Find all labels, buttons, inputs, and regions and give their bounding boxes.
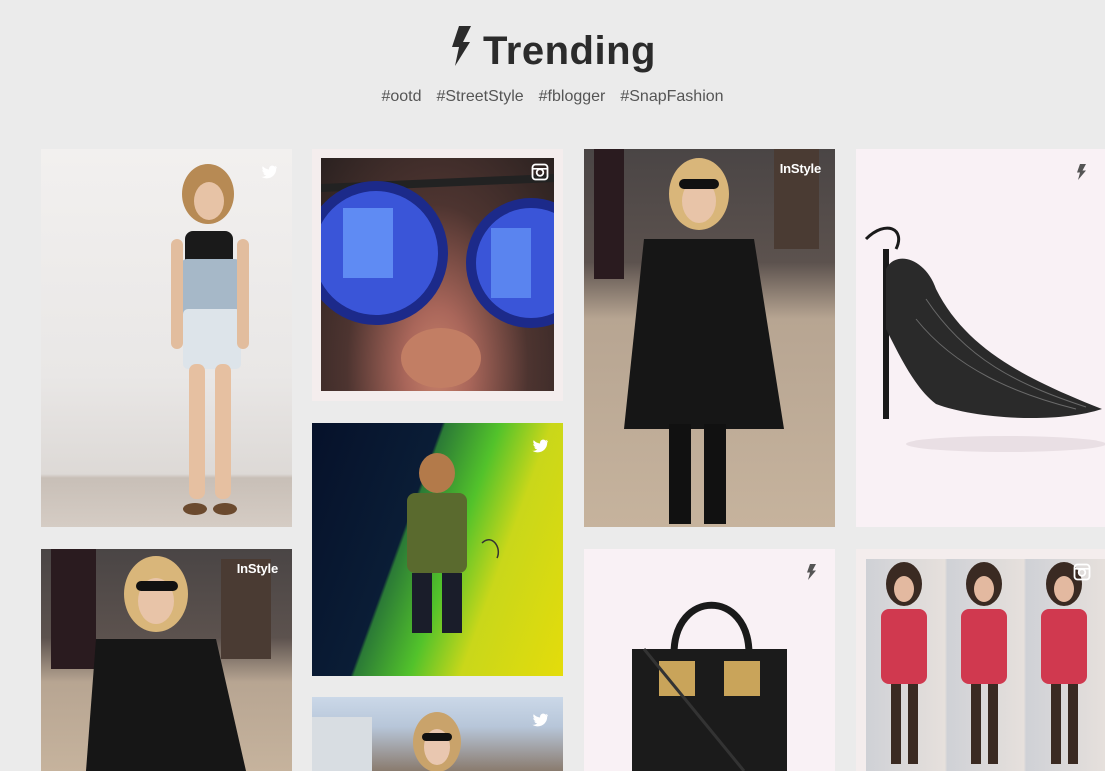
feed-card[interactable] [312, 697, 563, 771]
photo-figure [312, 697, 563, 771]
hashtag-ootd[interactable]: #ootd [381, 88, 421, 112]
feed-card[interactable]: InStyle [584, 149, 835, 527]
photo-figure [584, 149, 835, 527]
instyle-logo: InStyle [236, 561, 278, 576]
lightning-bolt-icon [1073, 163, 1091, 181]
feed-card[interactable]: InStyle [41, 549, 292, 771]
feed-card[interactable] [584, 549, 835, 771]
feed-card[interactable] [856, 149, 1105, 527]
photo-figure [41, 549, 292, 771]
photo-figure [163, 159, 263, 519]
hashtag-fblogger[interactable]: #fblogger [539, 88, 606, 112]
lightning-bolt-icon [803, 563, 821, 581]
hashtag-list: #ootd #StreetStyle #fblogger #SnapFashio… [0, 88, 1105, 112]
photo-figure [856, 209, 1105, 469]
hashtag-snapfashion[interactable]: #SnapFashion [620, 88, 723, 112]
instyle-logo: InStyle [779, 161, 821, 176]
photo-figure [312, 423, 563, 676]
hashtag-streetstyle[interactable]: #StreetStyle [436, 88, 523, 112]
twitter-bird-icon [531, 711, 549, 729]
instagram-camera-icon [531, 163, 549, 181]
feed-card[interactable] [41, 149, 292, 527]
lightning-bolt-icon [449, 26, 473, 76]
photo-figure [866, 559, 1105, 771]
page-title: Trending [0, 26, 1105, 76]
feed-card[interactable] [312, 423, 563, 676]
feed-card[interactable] [312, 149, 563, 401]
title-text: Trending [483, 28, 656, 73]
twitter-bird-icon [260, 163, 278, 181]
feed-card[interactable] [856, 549, 1105, 771]
photo-figure [584, 549, 835, 771]
twitter-bird-icon [531, 437, 549, 455]
instagram-camera-icon [1073, 563, 1091, 581]
photo-figure [312, 158, 563, 391]
